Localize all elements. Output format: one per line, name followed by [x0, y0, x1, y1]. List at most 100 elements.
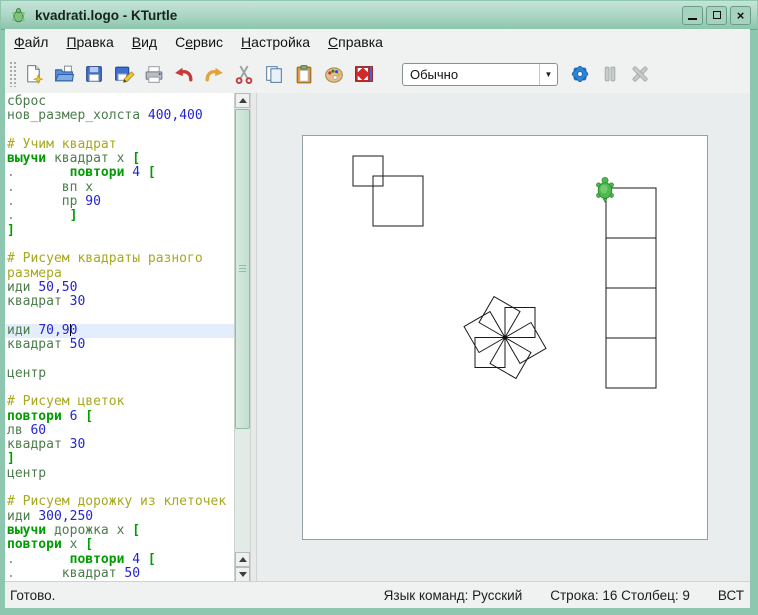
speed-selector[interactable]: Обычно ▼	[402, 63, 558, 86]
code-line-current: иди 70,90	[5, 324, 234, 338]
pause-button[interactable]	[597, 61, 623, 88]
undo-icon	[173, 63, 195, 85]
color-picker-button[interactable]	[321, 61, 347, 88]
pause-icon	[599, 63, 621, 85]
splitter-handle[interactable]	[250, 93, 257, 582]
new-file-icon	[23, 63, 45, 85]
window-title: kvadrati.logo - KTurtle	[35, 8, 679, 23]
palette-icon	[323, 63, 345, 85]
code-line: повтори x [	[5, 538, 234, 552]
code-line: выучи дорожка x [	[5, 524, 234, 538]
arrow-up-icon	[239, 98, 247, 103]
save-as-icon	[113, 63, 135, 85]
print-icon	[143, 63, 165, 85]
code-line: ]	[5, 224, 234, 238]
copy-icon	[263, 63, 285, 85]
code-line: квадрат 50	[5, 338, 234, 352]
stop-icon	[629, 63, 651, 85]
kturtle-window: kvadrati.logo - KTurtle × ФайлПравкаВидС…	[0, 0, 758, 615]
code-line	[5, 481, 234, 495]
run-button[interactable]	[567, 61, 593, 88]
undo-button[interactable]	[171, 61, 197, 88]
redo-icon	[203, 63, 225, 85]
code-line: ]	[5, 452, 234, 466]
menu-item-edit[interactable]: Правка	[57, 31, 122, 53]
minimize-button[interactable]	[682, 6, 703, 25]
code-line: выучи квадрат x [	[5, 152, 234, 166]
stop-button[interactable]	[627, 61, 653, 88]
run-gear-icon	[569, 63, 591, 85]
code-line: # Рисуем дорожку из клеточек	[5, 495, 234, 509]
code-line: квадрат 30	[5, 295, 234, 309]
code-line: сброс	[5, 95, 234, 109]
menu-item-file[interactable]: Файл	[5, 31, 57, 53]
chevron-down-icon[interactable]: ▼	[539, 64, 557, 85]
code-line: иди 300,250	[5, 510, 234, 524]
code-line	[5, 124, 234, 138]
app-turtle-icon	[10, 7, 27, 24]
code-line: размера	[5, 267, 234, 281]
toolbar-handle[interactable]	[9, 61, 17, 87]
code-line: . повтори 4 [	[5, 166, 234, 180]
menu-item-help[interactable]: Справка	[319, 31, 392, 53]
maximize-button[interactable]	[706, 6, 727, 25]
code-line: центр	[5, 367, 234, 381]
code-editor[interactable]: сброснов_размер_холста 400,400 # Учим ква…	[5, 93, 234, 582]
save-as-button[interactable]	[111, 61, 137, 88]
arrow-down-icon	[239, 572, 247, 577]
redo-button[interactable]	[201, 61, 227, 88]
open-file-icon	[53, 63, 75, 85]
editor-scrollbar[interactable]	[234, 93, 250, 582]
print-button[interactable]	[141, 61, 167, 88]
code-line: . квадрат 50	[5, 567, 234, 581]
cut-button[interactable]	[231, 61, 257, 88]
statusbar: Готово. Язык команд: Русский Строка: 16 …	[5, 581, 750, 608]
open-file-button[interactable]	[51, 61, 77, 88]
canvas-viewport	[257, 93, 750, 582]
canvas-drawing	[303, 136, 707, 539]
code-line: лв 60	[5, 424, 234, 438]
scrollbar-thumb[interactable]	[235, 109, 250, 429]
minimize-icon	[688, 18, 697, 20]
code-line: нов_размер_холста 400,400	[5, 109, 234, 123]
code-line	[5, 352, 234, 366]
menu-item-view[interactable]: Вид	[123, 31, 166, 53]
fullscreen-icon	[353, 63, 375, 85]
status-right: Язык команд: Русский Строка: 16 Столбец:…	[384, 588, 750, 603]
code-line: . пр 90	[5, 195, 234, 209]
code-line: # Рисуем цветок	[5, 395, 234, 409]
status-insert-mode: ВСТ	[718, 588, 744, 603]
titlebar[interactable]: kvadrati.logo - KTurtle ×	[1, 1, 757, 30]
code-line: . ]	[5, 209, 234, 223]
scroll-up-button[interactable]	[235, 93, 250, 108]
toolbar: Обычно ▼	[5, 55, 750, 94]
close-icon: ×	[737, 9, 745, 22]
new-file-button[interactable]	[21, 61, 47, 88]
code-line: квадрат 30	[5, 438, 234, 452]
status-language: Язык команд: Русский	[384, 588, 523, 603]
scroll-down-button[interactable]	[235, 567, 250, 582]
code-line: # Рисуем квадраты разного	[5, 252, 234, 266]
code-line: повтори 6 [	[5, 410, 234, 424]
save-button[interactable]	[81, 61, 107, 88]
code-line	[5, 238, 234, 252]
paste-icon	[293, 63, 315, 85]
menu-item-tools[interactable]: Сервис	[166, 31, 232, 53]
paste-button[interactable]	[291, 61, 317, 88]
fullscreen-button[interactable]	[351, 61, 377, 88]
speed-selector-value: Обычно	[403, 67, 539, 82]
code-line	[5, 381, 234, 395]
close-button[interactable]: ×	[730, 6, 751, 25]
code-line: иди 50,50	[5, 281, 234, 295]
copy-button[interactable]	[261, 61, 287, 88]
code-line: . повтори 4 [	[5, 553, 234, 567]
turtle-sprite	[597, 177, 614, 202]
turtle-canvas	[302, 135, 708, 540]
cut-icon	[233, 63, 255, 85]
code-line: # Учим квадрат	[5, 138, 234, 152]
menu-item-settings[interactable]: Настройка	[232, 31, 319, 53]
scroll-up-button-bottom[interactable]	[235, 552, 250, 567]
main-area: сброснов_размер_холста 400,400 # Учим ква…	[5, 93, 750, 582]
status-message: Готово.	[5, 588, 384, 603]
code-line: . вп x	[5, 181, 234, 195]
